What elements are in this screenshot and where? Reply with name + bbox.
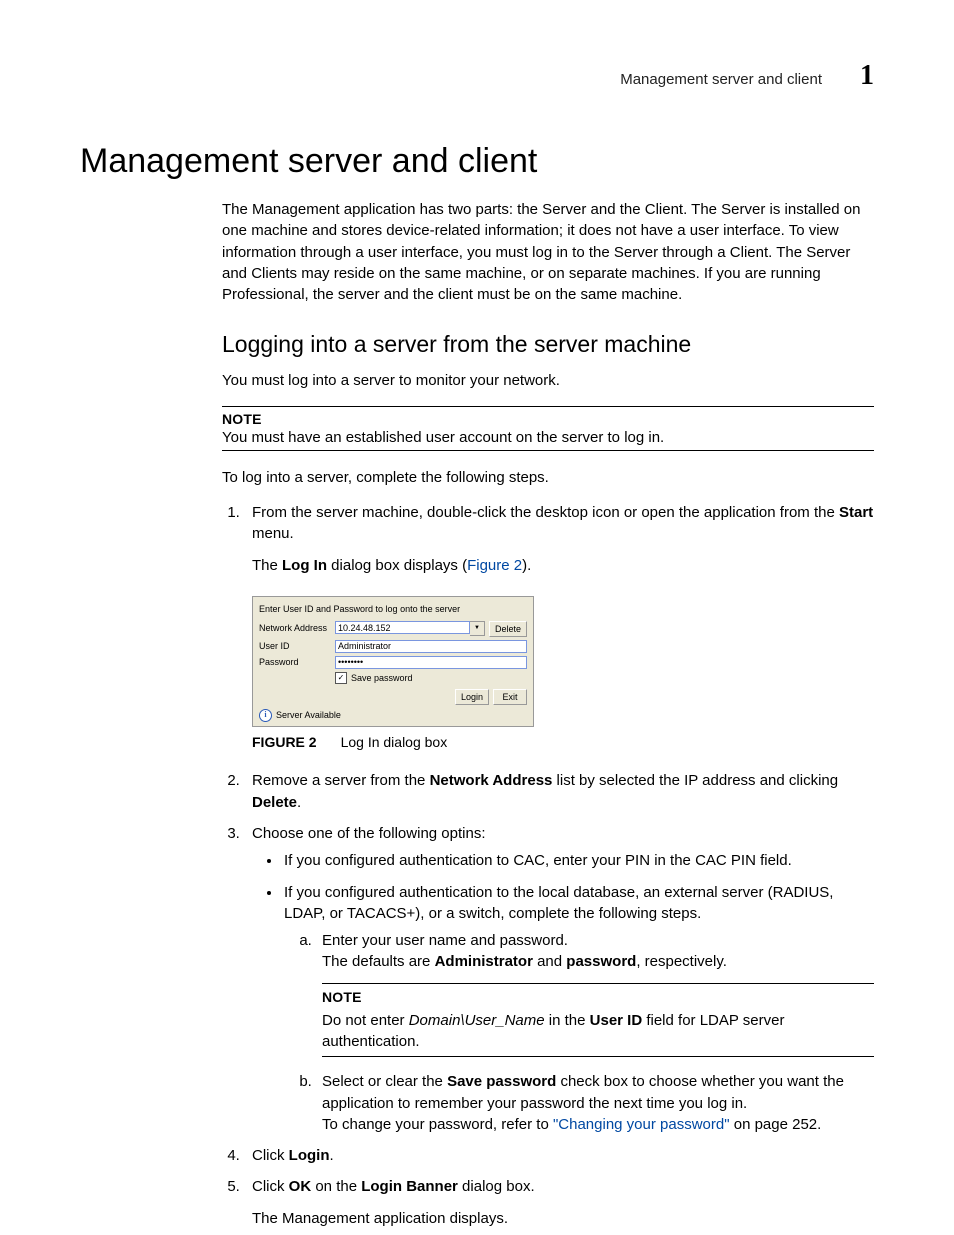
step-3: Choose one of the following optins: If y… bbox=[244, 823, 874, 1135]
inner-note: NOTE Do not enter Domain\User_Name in th… bbox=[322, 983, 874, 1057]
figure-caption: FIGURE 2Log In dialog box bbox=[252, 733, 874, 753]
dialog-exit-button[interactable]: Exit bbox=[493, 689, 527, 705]
chapter-number: 1 bbox=[860, 60, 874, 92]
dialog-prompt: Enter User ID and Password to log onto t… bbox=[259, 603, 527, 616]
step-5-sub: The Management application displays. bbox=[252, 1208, 874, 1229]
running-header: Management server and client 1 bbox=[80, 60, 874, 92]
password-input[interactable] bbox=[335, 656, 527, 669]
note-label: NOTE bbox=[222, 411, 874, 427]
body: The Management application has two parts… bbox=[222, 199, 874, 1229]
section-subhead: Logging into a server from the server ma… bbox=[222, 331, 874, 358]
running-title: Management server and client bbox=[620, 71, 822, 88]
pre-steps: To log into a server, complete the follo… bbox=[222, 467, 874, 488]
note-block: NOTE You must have an established user a… bbox=[222, 406, 874, 451]
save-password-checkbox[interactable]: ✓ bbox=[335, 672, 347, 684]
step-3b: Select or clear the Save password check … bbox=[316, 1071, 874, 1135]
page-title: Management server and client bbox=[80, 142, 874, 181]
user-id-label: User ID bbox=[259, 640, 331, 653]
step-2: Remove a server from the Network Address… bbox=[244, 770, 874, 813]
save-password-label: Save password bbox=[351, 672, 413, 685]
login-dialog: Enter User ID and Password to log onto t… bbox=[252, 596, 534, 727]
changing-password-link[interactable]: "Changing your password" bbox=[553, 1116, 730, 1133]
step-4: Click Login. bbox=[244, 1145, 874, 1166]
figure-2-link[interactable]: Figure 2 bbox=[467, 557, 522, 574]
step-3a: Enter your user name and password. The d… bbox=[316, 930, 874, 1057]
step-1: From the server machine, double-click th… bbox=[244, 502, 874, 752]
dialog-login-button[interactable]: Login bbox=[455, 689, 489, 705]
steps-list: From the server machine, double-click th… bbox=[222, 502, 874, 1229]
network-address-label: Network Address bbox=[259, 622, 331, 635]
password-label: Password bbox=[259, 656, 331, 669]
note-text: You must have an established user accoun… bbox=[222, 429, 874, 446]
server-status: Server Available bbox=[276, 709, 341, 722]
info-icon: i bbox=[259, 709, 272, 722]
intro-paragraph: The Management application has two parts… bbox=[222, 199, 874, 305]
user-id-input[interactable] bbox=[335, 640, 527, 653]
sub-intro: You must log into a server to monitor yo… bbox=[222, 370, 874, 391]
delete-button[interactable]: Delete bbox=[489, 621, 527, 637]
step-5: Click OK on the Login Banner dialog box.… bbox=[244, 1176, 874, 1229]
page: Management server and client 1 Managemen… bbox=[0, 0, 954, 1235]
network-address-dropdown[interactable]: ▼ bbox=[470, 621, 485, 636]
step-3-bullet-1: If you configured authentication to CAC,… bbox=[282, 850, 874, 871]
network-address-input[interactable] bbox=[335, 621, 470, 634]
step-1-sub: The Log In dialog box displays (Figure 2… bbox=[252, 555, 874, 576]
step-3-bullet-2: If you configured authentication to the … bbox=[282, 882, 874, 1136]
